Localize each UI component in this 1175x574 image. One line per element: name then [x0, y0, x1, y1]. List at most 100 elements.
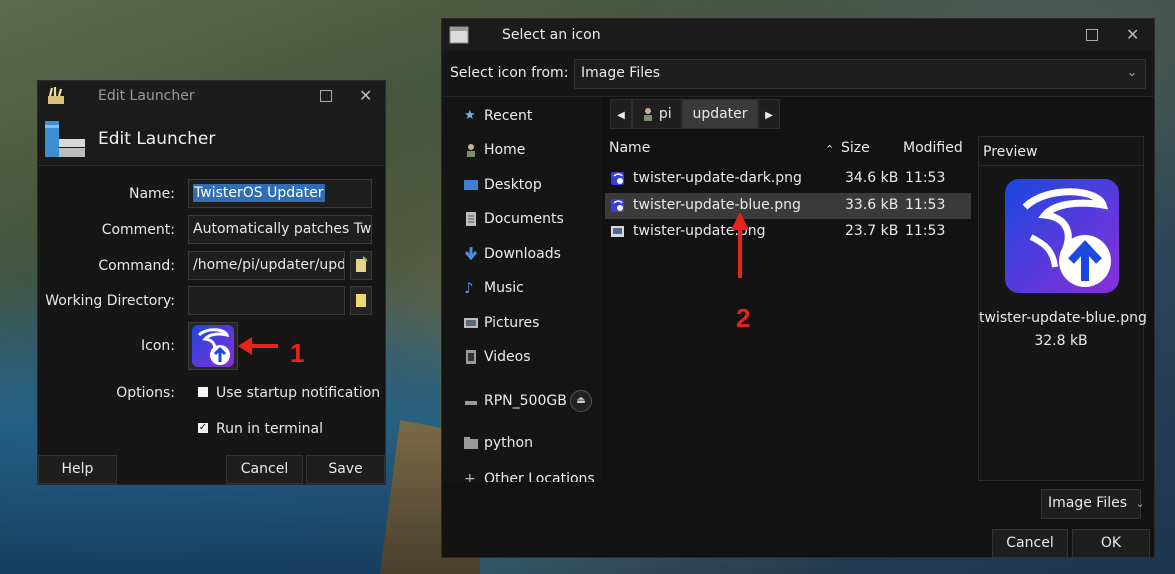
- dialog-ok-button[interactable]: OK: [1072, 529, 1150, 558]
- place-videos[interactable]: Videos: [442, 343, 602, 373]
- annotation-number-2: 2: [736, 303, 751, 333]
- launcher-titlebar[interactable]: Edit Launcher ✕: [38, 81, 385, 111]
- name-label: Name:: [128, 186, 175, 202]
- select-from-row: Select icon from: Image Files ⌄: [442, 51, 1154, 97]
- icon-label: Icon:: [141, 338, 175, 354]
- pictures-icon: [464, 318, 478, 328]
- workdir-browse-button[interactable]: [350, 286, 372, 315]
- maximize-icon[interactable]: [1086, 29, 1098, 41]
- file-row-selected[interactable]: twister-update-blue.png 33.6 kB 11:53: [605, 193, 971, 219]
- maximize-icon[interactable]: [320, 90, 332, 102]
- place-label: Downloads: [484, 246, 561, 262]
- workdir-label: Working Directory:: [45, 293, 175, 309]
- save-button[interactable]: Save: [306, 455, 385, 484]
- run-in-terminal-checkbox[interactable]: ✓ Run in terminal: [198, 421, 323, 437]
- file-row[interactable]: twister-update-dark.png 34.6 kB 11:53: [605, 166, 971, 192]
- document-icon: [466, 212, 476, 226]
- file-size: 33.6 kB: [845, 197, 899, 213]
- place-label: Desktop: [484, 177, 542, 193]
- place-label: Music: [484, 280, 524, 296]
- path-back-button[interactable]: ◀: [610, 99, 632, 129]
- file-row[interactable]: twister-update.png 23.7 kB 11:53: [605, 219, 971, 245]
- close-icon[interactable]: ✕: [359, 88, 372, 104]
- dialog-titlebar[interactable]: Select an icon ✕: [442, 19, 1154, 51]
- video-icon: [466, 350, 476, 364]
- name-field[interactable]: TwisterOS Updater: [188, 179, 372, 208]
- preview-file-size: 32.8 kB: [1034, 333, 1088, 349]
- column-header-modified[interactable]: Modified: [903, 140, 963, 156]
- launcher-header-title: Edit Launcher: [98, 129, 216, 149]
- file-modified: 11:53: [905, 197, 946, 213]
- column-header-name[interactable]: Name: [609, 140, 650, 156]
- comment-label: Comment:: [101, 222, 175, 238]
- options-label: Options:: [116, 385, 175, 401]
- path-crumb-current[interactable]: updater: [682, 99, 758, 129]
- chevron-right-icon: ▶: [765, 110, 773, 121]
- chevron-down-icon: ⌄: [1135, 497, 1145, 510]
- path-crumb-home-label: pi: [658, 106, 672, 122]
- launcher-header: Edit Launcher: [38, 111, 385, 166]
- folder-icon: [464, 437, 478, 449]
- checkbox-unchecked-icon: [198, 387, 208, 397]
- desktop-icon: [464, 180, 478, 190]
- workdir-field[interactable]: [188, 286, 345, 315]
- startup-notification-label: Use startup notification: [216, 385, 381, 401]
- annotation-arrow-2: [731, 212, 749, 278]
- dialog-cancel-button[interactable]: Cancel: [992, 529, 1068, 558]
- dialog-window-icon: [449, 26, 469, 44]
- eject-icon[interactable]: ⏏: [570, 390, 592, 412]
- file-filter-combo[interactable]: Image Files ⌄: [1041, 489, 1145, 519]
- icon-select-button[interactable]: [188, 322, 238, 370]
- place-label: python: [484, 435, 533, 451]
- file-browse-icon: [356, 256, 368, 272]
- checkbox-checked-icon: ✓: [198, 422, 208, 433]
- launcher-header-icon: [45, 121, 85, 157]
- place-label: Recent: [484, 108, 533, 124]
- command-browse-button[interactable]: [350, 251, 372, 280]
- command-field[interactable]: /home/pi/updater/upd: [188, 251, 345, 280]
- path-crumb-home[interactable]: pi: [632, 99, 682, 129]
- drive-icon: [465, 401, 477, 405]
- place-documents[interactable]: Documents: [442, 205, 602, 235]
- select-from-combo[interactable]: Image Files ⌄: [574, 59, 1146, 89]
- download-icon: [464, 247, 478, 261]
- column-header-size[interactable]: Size: [841, 140, 870, 156]
- folder-icon: [356, 294, 366, 307]
- close-icon[interactable]: ✕: [1126, 27, 1139, 43]
- home-icon: [467, 144, 475, 157]
- place-recent[interactable]: ★ Recent: [442, 102, 602, 132]
- place-label: Videos: [484, 349, 531, 365]
- twister-update-icon: [192, 325, 234, 367]
- place-music[interactable]: ♪ Music: [442, 274, 602, 304]
- cancel-button[interactable]: Cancel: [226, 455, 303, 484]
- place-desktop[interactable]: Desktop: [442, 171, 602, 201]
- place-label: Home: [484, 142, 526, 158]
- file-modified: 11:53: [905, 170, 946, 186]
- file-size: 23.7 kB: [845, 223, 899, 239]
- path-forward-button[interactable]: ▶: [758, 99, 780, 129]
- file-name: twister-update-dark.png: [633, 170, 802, 186]
- place-home[interactable]: Home: [442, 136, 602, 166]
- places-sidebar: ★ Recent Home Desktop Documents Download…: [442, 97, 602, 482]
- chevron-left-icon: ◀: [617, 110, 625, 121]
- place-pictures[interactable]: Pictures: [442, 309, 602, 339]
- place-other-locations[interactable]: + Other Locations: [442, 465, 602, 482]
- image-file-icon: [611, 226, 624, 237]
- twister-update-icon: [1005, 179, 1119, 293]
- startup-notification-checkbox[interactable]: Use startup notification: [198, 385, 380, 401]
- preview-file-name: twister-update-blue.png: [979, 310, 1147, 326]
- file-modified: 11:53: [905, 223, 946, 239]
- place-downloads[interactable]: Downloads: [442, 240, 602, 270]
- place-python[interactable]: python: [442, 429, 602, 459]
- preview-pane: Preview twister-update-blue.png 32.8 kB: [978, 136, 1147, 481]
- run-in-terminal-label: Run in terminal: [216, 421, 323, 437]
- file-size: 34.6 kB: [845, 170, 899, 186]
- help-button[interactable]: Help: [38, 455, 117, 484]
- comment-field[interactable]: Automatically patches Twis: [188, 215, 372, 244]
- place-drive[interactable]: RPN_500GB ⏏: [442, 387, 602, 417]
- sort-ascending-icon: ⌃: [825, 143, 835, 156]
- place-label: Documents: [484, 211, 564, 227]
- select-from-value: Image Files: [581, 65, 661, 81]
- edit-launcher-window: Edit Launcher ✕ Edit Launcher Name: Twis…: [37, 80, 386, 485]
- place-label: Other Locations: [484, 471, 595, 482]
